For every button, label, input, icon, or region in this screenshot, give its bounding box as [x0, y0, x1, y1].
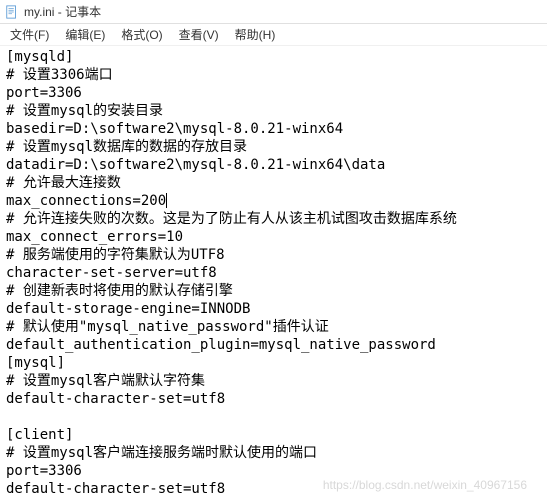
- menu-help[interactable]: 帮助(H): [227, 24, 284, 45]
- editor-line: [6, 408, 541, 426]
- text-editor[interactable]: [mysqld]# 设置3306端口port=3306# 设置mysql的安装目…: [0, 46, 547, 500]
- editor-line: default_authentication_plugin=mysql_nati…: [6, 336, 541, 354]
- editor-line: default-character-set=utf8: [6, 390, 541, 408]
- menu-edit[interactable]: 编辑(E): [57, 24, 113, 45]
- editor-line: [client]: [6, 426, 541, 444]
- editor-line: # 设置3306端口: [6, 66, 541, 84]
- editor-line: [mysql]: [6, 354, 541, 372]
- editor-line: max_connections=200: [6, 192, 541, 210]
- menu-file[interactable]: 文件(F): [2, 24, 57, 45]
- editor-line: # 服务端使用的字符集默认为UTF8: [6, 246, 541, 264]
- text-cursor: [166, 193, 167, 208]
- editor-line: default-storage-engine=INNODB: [6, 300, 541, 318]
- editor-line: max_connect_errors=10: [6, 228, 541, 246]
- editor-line: [mysqld]: [6, 48, 541, 66]
- titlebar: my.ini - 记事本: [0, 0, 547, 24]
- editor-line: # 设置mysql的安装目录: [6, 102, 541, 120]
- editor-line: # 允许最大连接数: [6, 174, 541, 192]
- title-separator: -: [54, 5, 65, 19]
- editor-line: # 设置mysql数据库的数据的存放目录: [6, 138, 541, 156]
- editor-line: # 默认使用"mysql_native_password"插件认证: [6, 318, 541, 336]
- editor-line: # 允许连接失败的次数。这是为了防止有人从该主机试图攻击数据库系统: [6, 210, 541, 228]
- editor-line: character-set-server=utf8: [6, 264, 541, 282]
- notepad-icon: [4, 4, 20, 20]
- editor-line: datadir=D:\software2\mysql-8.0.21-winx64…: [6, 156, 541, 174]
- editor-line: # 设置mysql客户端连接服务端时默认使用的端口: [6, 444, 541, 462]
- filename-text: my.ini: [24, 5, 54, 19]
- window-title: my.ini - 记事本: [24, 3, 101, 20]
- editor-line: # 创建新表时将使用的默认存储引擎: [6, 282, 541, 300]
- editor-line: basedir=D:\software2\mysql-8.0.21-winx64: [6, 120, 541, 138]
- editor-line: # 设置mysql客户端默认字符集: [6, 372, 541, 390]
- appname-text: 记事本: [65, 5, 101, 19]
- menu-view[interactable]: 查看(V): [171, 24, 227, 45]
- menu-format[interactable]: 格式(O): [113, 24, 170, 45]
- watermark-text: https://blog.csdn.net/weixin_40967156: [323, 478, 527, 492]
- editor-line: port=3306: [6, 84, 541, 102]
- menubar: 文件(F) 编辑(E) 格式(O) 查看(V) 帮助(H): [0, 24, 547, 46]
